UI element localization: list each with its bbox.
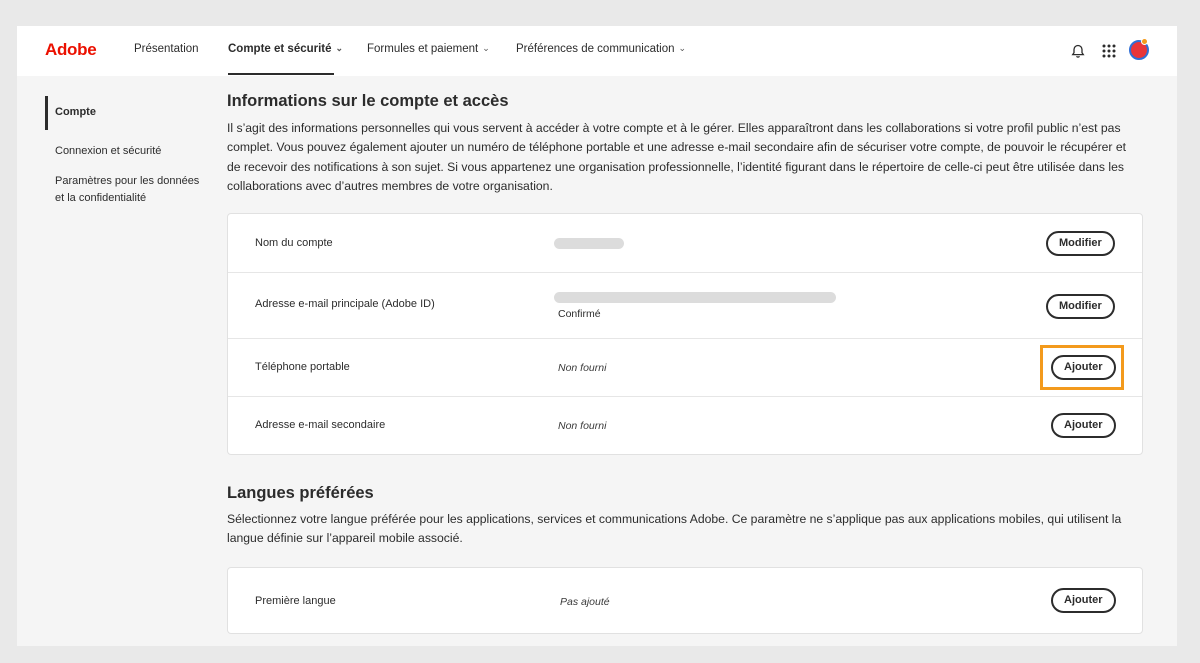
adobe-logo[interactable]: Adobe (45, 40, 97, 60)
sidebar-item-compte[interactable]: Compte (45, 96, 215, 130)
sidebar-item-label: Compte (55, 106, 96, 118)
row-value: Non fourni (558, 420, 607, 432)
row-label: Première langue (255, 595, 336, 607)
account-row-nom: Nom du compte Modifier (228, 214, 1142, 273)
account-section-description: Il s’agit des informations personnelles … (227, 121, 1127, 193)
languages-section-description: Sélectionnez votre langue préférée pour … (227, 512, 1122, 546)
sidebar-item-donnees-confidentialite[interactable]: Paramètres pour les données et la confid… (45, 173, 205, 207)
sidebar-active-indicator (45, 96, 48, 130)
apps-grid-icon[interactable] (1098, 40, 1120, 62)
languages-card: Première langue Pas ajouté Ajouter (227, 567, 1143, 634)
redacted-value (554, 292, 836, 303)
account-row-telephone: Téléphone portable Non fourni Ajouter (228, 339, 1142, 397)
redacted-value (554, 238, 624, 249)
nav-compte-securite-label: Compte et sécurité (228, 43, 332, 55)
account-row-email-principale: Adresse e-mail principale (Adobe ID) Con… (228, 273, 1142, 339)
chevron-down-icon: ⌄ (678, 43, 687, 53)
nav-formules-paiement-label: Formules et paiement (367, 43, 479, 55)
nav-formules-paiement[interactable]: Formules et paiement ⌄ (367, 43, 490, 55)
sidebar-item-label: Connexion et sécurité (55, 145, 162, 157)
nav-compte-securite[interactable]: Compte et sécurité ⌄ (228, 43, 343, 55)
sidebar: Compte Connexion et sécurité Paramètres … (45, 96, 215, 207)
row-value: Pas ajouté (560, 596, 610, 608)
page-frame: Adobe Présentation Compte et sécurité ⌄ F… (17, 26, 1177, 646)
chevron-down-icon: ⌄ (482, 43, 490, 53)
account-info-card: Nom du compte Modifier Adresse e-mail pr… (227, 213, 1143, 455)
chevron-down-icon: ⌄ (335, 43, 344, 53)
row-label: Adresse e-mail secondaire (255, 419, 386, 431)
email-status: Confirmé (558, 308, 601, 320)
sidebar-item-connexion-securite[interactable]: Connexion et sécurité (45, 143, 215, 160)
ajouter-langue-button[interactable]: Ajouter (1051, 588, 1116, 613)
modifier-button[interactable]: Modifier (1046, 231, 1115, 256)
nav-preferences-communication-label: Préférences de communication (516, 43, 675, 55)
sidebar-item-label: Paramètres pour les données et la confid… (55, 175, 200, 204)
account-row-email-secondaire: Adresse e-mail secondaire Non fourni Ajo… (228, 397, 1142, 455)
row-label: Téléphone portable (255, 361, 350, 373)
nav-presentation-label: Présentation (134, 43, 199, 55)
row-label: Adresse e-mail principale (Adobe ID) (255, 298, 435, 310)
highlight-box (1040, 345, 1124, 390)
bell-icon[interactable] (1067, 40, 1089, 62)
nav-presentation[interactable]: Présentation (134, 43, 199, 55)
modifier-button[interactable]: Modifier (1046, 294, 1115, 319)
language-row-premiere: Première langue Pas ajouté Ajouter (228, 568, 1142, 633)
notification-dot (1141, 38, 1148, 45)
row-label: Nom du compte (255, 237, 333, 249)
languages-section-title: Langues préférées (227, 484, 374, 502)
active-tab-indicator (228, 73, 334, 75)
ajouter-email-button[interactable]: Ajouter (1051, 413, 1116, 438)
nav-preferences-communication[interactable]: Préférences de communication ⌄ (516, 43, 686, 55)
row-value: Non fourni (558, 362, 607, 374)
account-section-title: Informations sur le compte et accès (227, 92, 509, 110)
top-navigation-bar: Adobe Présentation Compte et sécurité ⌄ F… (17, 26, 1177, 76)
